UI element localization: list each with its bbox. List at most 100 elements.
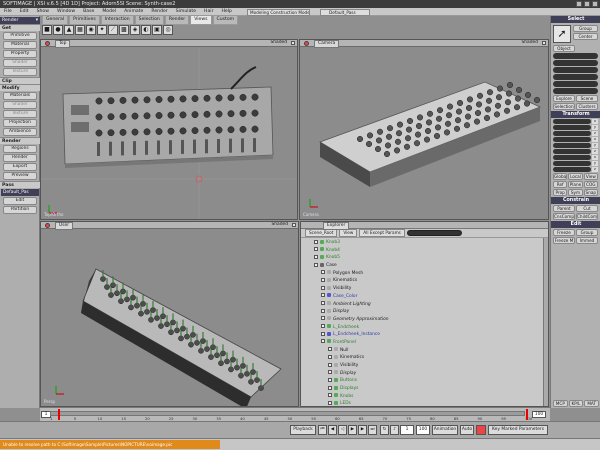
expand-toggle-icon[interactable] xyxy=(328,385,332,390)
axis-toggle-y[interactable]: y xyxy=(592,125,598,130)
explorer-search-input[interactable] xyxy=(406,230,462,236)
tree-item[interactable]: Knob3 xyxy=(301,239,548,247)
side-tab-mcp[interactable]: MCP xyxy=(553,400,568,407)
selection-filter-field[interactable] xyxy=(553,53,598,59)
tree-item[interactable]: Null xyxy=(301,347,548,355)
audio-icon[interactable]: ♪ xyxy=(390,425,399,435)
expand-toggle-icon[interactable] xyxy=(321,293,325,298)
left-button-materials[interactable]: Materials xyxy=(3,92,37,100)
minimize-button[interactable] xyxy=(576,1,582,7)
selection-filter-field[interactable] xyxy=(553,88,598,94)
select-group-button[interactable]: Group xyxy=(573,25,598,32)
expand-toggle-icon[interactable] xyxy=(328,354,332,359)
tree-item[interactable]: Kinematics xyxy=(301,277,548,285)
expand-toggle-icon[interactable] xyxy=(321,308,325,313)
play-forward-icon[interactable]: ▶ xyxy=(348,425,357,435)
left-button-partition[interactable]: Partition xyxy=(3,206,37,214)
record-key-icon[interactable] xyxy=(476,425,486,435)
tree-item[interactable]: Case xyxy=(301,262,548,270)
viewport-display-mode[interactable]: Shaded xyxy=(521,40,538,46)
left-button-material[interactable]: Material xyxy=(3,41,37,49)
viewport-display-mode[interactable]: Shaded xyxy=(271,222,288,228)
timeline[interactable]: 1 1 5 10 15 20 25 30 35 40 45 50 55 60 65 70 75 80 85 90 95… xyxy=(40,407,550,421)
bone-icon[interactable]: ⟋ xyxy=(108,25,118,35)
constrain-cut-button[interactable]: Cut xyxy=(576,205,598,212)
transform-field[interactable] xyxy=(553,155,591,160)
viewport-close-icon[interactable] xyxy=(291,41,295,45)
transform-field[interactable] xyxy=(553,131,591,136)
tree-item[interactable]: Geometry Approximation xyxy=(301,316,548,324)
transform-sym-button[interactable]: Sym xyxy=(568,189,583,196)
key-marked-parameters-button[interactable]: Key Marked Parameters xyxy=(488,425,548,435)
left-button-edit[interactable]: Edit xyxy=(3,197,37,205)
selection-filter-field[interactable] xyxy=(553,74,598,80)
expand-toggle-icon[interactable] xyxy=(328,370,332,375)
axis-toggle-x[interactable]: x xyxy=(592,119,598,124)
viewport-top[interactable]: Top Shaded Top/Ortho xyxy=(40,39,298,220)
expand-toggle-icon[interactable] xyxy=(314,254,318,259)
selection-filter-field[interactable] xyxy=(553,67,598,73)
edit-freeze-m-button[interactable]: Freeze M xyxy=(553,237,575,244)
select-center-button[interactable]: Center xyxy=(573,33,598,40)
tree-item[interactable]: Case_Color xyxy=(301,293,548,301)
scene-icon[interactable]: ◈ xyxy=(130,25,140,35)
fps-field[interactable]: 100 xyxy=(416,425,430,435)
viewport-maximize-icon[interactable] xyxy=(45,223,50,228)
viewport-close-icon[interactable] xyxy=(542,41,546,45)
tree-item[interactable]: Kinematics xyxy=(301,354,548,362)
explorer-scene-root-button[interactable]: Scene_Root xyxy=(305,229,338,237)
camera-icon[interactable]: ◉ xyxy=(86,25,96,35)
tree-item[interactable]: L_Endcheek_Instance xyxy=(301,331,548,339)
expand-toggle-icon[interactable] xyxy=(321,324,325,329)
explore-scene-button[interactable]: Scene xyxy=(576,95,598,102)
viewport-camera[interactable]: Camera Shaded Camera xyxy=(299,39,549,220)
viewport-maximize-icon[interactable] xyxy=(45,41,50,46)
expand-toggle-icon[interactable] xyxy=(328,377,332,382)
transform-ref-button[interactable]: Ref xyxy=(553,181,568,188)
expand-toggle-icon[interactable] xyxy=(328,347,332,352)
grid-icon[interactable]: ▦ xyxy=(75,25,85,35)
expand-toggle-icon[interactable] xyxy=(314,239,318,244)
explore-clusters-button[interactable]: Clusters xyxy=(576,103,598,110)
tree-item[interactable]: Buttons xyxy=(301,377,548,385)
menu-item-edit[interactable]: Edit xyxy=(16,8,33,16)
expand-toggle-icon[interactable] xyxy=(314,262,318,267)
select-arrow-icon[interactable]: ➚ xyxy=(553,25,571,43)
close-button[interactable] xyxy=(592,1,598,7)
expand-toggle-icon[interactable] xyxy=(321,316,325,321)
left-button-projection[interactable]: Projection xyxy=(3,119,37,127)
expand-toggle-icon[interactable] xyxy=(321,301,325,305)
light-icon[interactable]: ✦ xyxy=(97,25,107,35)
left-button-texture[interactable]: Texture xyxy=(3,68,37,76)
viewport-maximize-icon[interactable] xyxy=(304,41,309,46)
explorer-view-button[interactable]: View xyxy=(339,229,358,237)
transform-field[interactable] xyxy=(553,167,591,172)
first-frame-icon[interactable]: ⏮ xyxy=(318,425,327,435)
tree-item[interactable]: Visibility xyxy=(301,285,548,293)
transform-global-button[interactable]: Global xyxy=(553,173,568,180)
pass-dropdown[interactable]: Default_Pass xyxy=(320,9,370,16)
expand-toggle-icon[interactable] xyxy=(321,339,325,344)
constrain-cnscomp-button[interactable]: CnsComp xyxy=(553,213,575,220)
auto-key-button[interactable]: Auto xyxy=(460,425,474,435)
constrain-childcomp-button[interactable]: ChildComp xyxy=(576,213,598,220)
tree-item[interactable]: Display xyxy=(301,308,548,316)
render-icon[interactable]: ▣ xyxy=(152,25,162,35)
tree-item[interactable]: Knob4 xyxy=(301,247,548,255)
side-tab-kp-l[interactable]: KP/L xyxy=(568,400,584,407)
explore-selection-button[interactable]: Selection xyxy=(553,103,575,110)
selection-filter-field[interactable] xyxy=(553,81,598,87)
side-tab-mat[interactable]: MAT xyxy=(584,400,600,407)
transform-prop-button[interactable]: Prop xyxy=(553,189,568,196)
select-object-button[interactable]: Object xyxy=(553,45,575,52)
axis-toggle-y[interactable]: y xyxy=(592,161,598,166)
selection-filter-field[interactable] xyxy=(553,60,598,66)
left-button-ambience[interactable]: Ambience xyxy=(3,128,37,136)
menu-item-file[interactable]: File xyxy=(0,8,16,16)
constrain-parent-button[interactable]: Parent xyxy=(553,205,575,212)
expand-toggle-icon[interactable] xyxy=(321,285,325,290)
viewport-close-icon[interactable] xyxy=(292,223,296,227)
play-backward-icon[interactable]: ◁ xyxy=(338,425,347,435)
left-button-render[interactable]: Render xyxy=(3,154,37,162)
left-button-texture[interactable]: Texture xyxy=(3,110,37,118)
